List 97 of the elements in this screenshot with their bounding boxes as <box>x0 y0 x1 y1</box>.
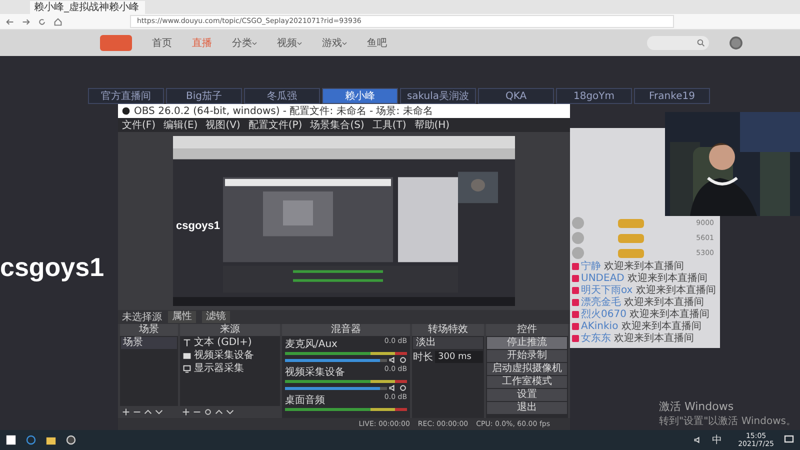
caret-icon <box>342 41 347 46</box>
nav-link[interactable]: 分类 <box>232 36 257 50</box>
forward-icon[interactable] <box>22 18 30 26</box>
settings-icon[interactable] <box>399 384 407 392</box>
folder-icon[interactable] <box>46 435 56 445</box>
activation-title: 激活 Windows <box>658 399 735 414</box>
chat-message: 宁静 欢迎来到本直播间 <box>581 261 684 272</box>
menu-item[interactable]: 编辑(E) <box>164 118 198 132</box>
channel-name: 麦克风/Aux <box>285 338 338 351</box>
dock-title: 控件 <box>486 324 568 336</box>
chat-message: 漂亮金毛 欢迎来到本直播间 <box>581 297 704 308</box>
search-field[interactable] <box>647 36 709 50</box>
settings-icon[interactable] <box>399 356 407 364</box>
window-title: OBS 26.0.2 (64-bit, windows) - 配置文件: 未命名 - 场景: 未命名 <box>134 104 433 118</box>
duration-label: 时长 <box>413 350 433 364</box>
down-icon[interactable] <box>155 408 163 416</box>
chat-message: AKinkio 欢迎来到本直播间 <box>581 321 702 332</box>
chat-message: 烈火0670 欢迎来到本直播间 <box>581 309 710 320</box>
source-item[interactable]: 显示器采集 <box>194 363 244 375</box>
speaker-icon[interactable] <box>389 356 397 364</box>
no-source-label: 未选择源 <box>122 310 162 324</box>
control-button[interactable]: 工作室模式 <box>487 376 567 388</box>
monitor-icon <box>183 365 191 373</box>
volume-slider[interactable] <box>285 386 387 390</box>
channel-name: 视频采集设备 <box>285 366 345 379</box>
overlay-text: csgoys1 <box>0 252 104 282</box>
streamer-tab[interactable]: 官方直播间 <box>88 88 164 104</box>
control-button[interactable]: 退出 <box>487 402 567 414</box>
source-item[interactable]: 视频采集设备 <box>194 350 254 362</box>
transition-select[interactable]: 淡出 <box>413 337 483 349</box>
notification-icon[interactable] <box>784 435 794 445</box>
nav-link[interactable]: 首页 <box>152 36 172 50</box>
refresh-icon[interactable] <box>38 18 46 26</box>
chat-message: UNDEAD 欢迎来到本直播间 <box>581 273 708 284</box>
toolbar-button[interactable]: 属性 <box>168 311 196 323</box>
menu-item[interactable]: 帮助(H) <box>414 118 450 132</box>
control-button[interactable]: 开始录制 <box>487 350 567 362</box>
settings-icon[interactable] <box>204 408 212 416</box>
preview-text: csgoys1 <box>176 220 220 232</box>
fan-badge <box>618 248 644 258</box>
fan-badge <box>618 218 644 228</box>
camera-icon <box>183 352 191 360</box>
dock-title: 场景 <box>120 324 178 336</box>
fan-badge <box>618 234 644 242</box>
volume-slider[interactable] <box>285 358 387 362</box>
chat-message: 女东东 欢迎来到本直播间 <box>581 333 694 344</box>
toolbar-button[interactable]: 滤镜 <box>202 311 230 323</box>
user-avatar-icon[interactable] <box>729 36 743 50</box>
source-item[interactable]: 文本 (GDI+) <box>194 337 252 349</box>
streamer-tab[interactable]: 赖小峰 <box>322 88 398 104</box>
channel-name: 桌面音频 <box>285 394 325 407</box>
nav-link[interactable]: 视频 <box>277 36 302 50</box>
search-icon[interactable] <box>697 39 705 47</box>
streamer-tab[interactable]: sakula吴润波 <box>400 88 476 104</box>
browser-icon[interactable] <box>26 435 36 445</box>
speaker-icon[interactable] <box>389 384 397 392</box>
nav-link[interactable]: 游戏 <box>322 36 347 50</box>
up-icon[interactable] <box>144 408 152 416</box>
duration-field[interactable]: 300 ms <box>435 351 483 363</box>
dock-title: 转场特效 <box>412 324 484 336</box>
menu-item[interactable]: 场景集合(S) <box>310 118 364 132</box>
dock-title: 混音器 <box>282 324 410 336</box>
menu-item[interactable]: 文件(F) <box>122 118 156 132</box>
up-icon[interactable] <box>215 408 223 416</box>
activation-hint: 转到"设置"以激活 Windows。 <box>658 414 796 428</box>
menu-item[interactable]: 配置文件(P) <box>248 118 302 132</box>
scene-item[interactable]: 场景 <box>121 337 177 349</box>
obs-logo-icon <box>122 107 130 115</box>
menu-item[interactable]: 视图(V) <box>206 118 240 132</box>
nav-link[interactable]: 鱼吧 <box>367 36 387 50</box>
browser-tab[interactable]: 赖小峰_虚拟战神赖小峰 <box>30 1 145 14</box>
chat-message: 明天下雨ox 欢迎来到本直播间 <box>581 285 716 296</box>
obs-app-icon[interactable] <box>66 435 76 445</box>
menu-item[interactable]: 工具(T) <box>372 118 406 132</box>
avatar <box>572 232 584 244</box>
windows-start-icon[interactable] <box>6 435 16 445</box>
ime-indicator[interactable]: 中 <box>712 433 722 447</box>
speaker-icon[interactable] <box>694 436 702 444</box>
streamer-tab[interactable]: Big茄子 <box>166 88 242 104</box>
control-button[interactable]: 设置 <box>487 389 567 401</box>
home-icon[interactable] <box>54 18 62 26</box>
streamer-tab[interactable]: 18goYm <box>556 88 632 104</box>
avatar <box>572 247 584 259</box>
avatar <box>572 217 584 229</box>
dock-title: 来源 <box>180 324 280 336</box>
streamer-tab[interactable]: 冬瓜强 <box>244 88 320 104</box>
caret-icon <box>297 41 302 46</box>
streamer-tab[interactable]: Franke19 <box>634 88 710 104</box>
control-button[interactable]: 停止推流 <box>487 337 567 349</box>
down-icon[interactable] <box>226 408 234 416</box>
caret-icon <box>252 41 257 46</box>
streamer-tab[interactable]: QKA <box>478 88 554 104</box>
back-icon[interactable] <box>6 18 14 26</box>
text-icon <box>183 339 191 347</box>
control-button[interactable]: 启动虚拟摄像机 <box>487 363 567 375</box>
add-icon[interactable] <box>122 408 130 416</box>
add-icon[interactable] <box>182 408 190 416</box>
